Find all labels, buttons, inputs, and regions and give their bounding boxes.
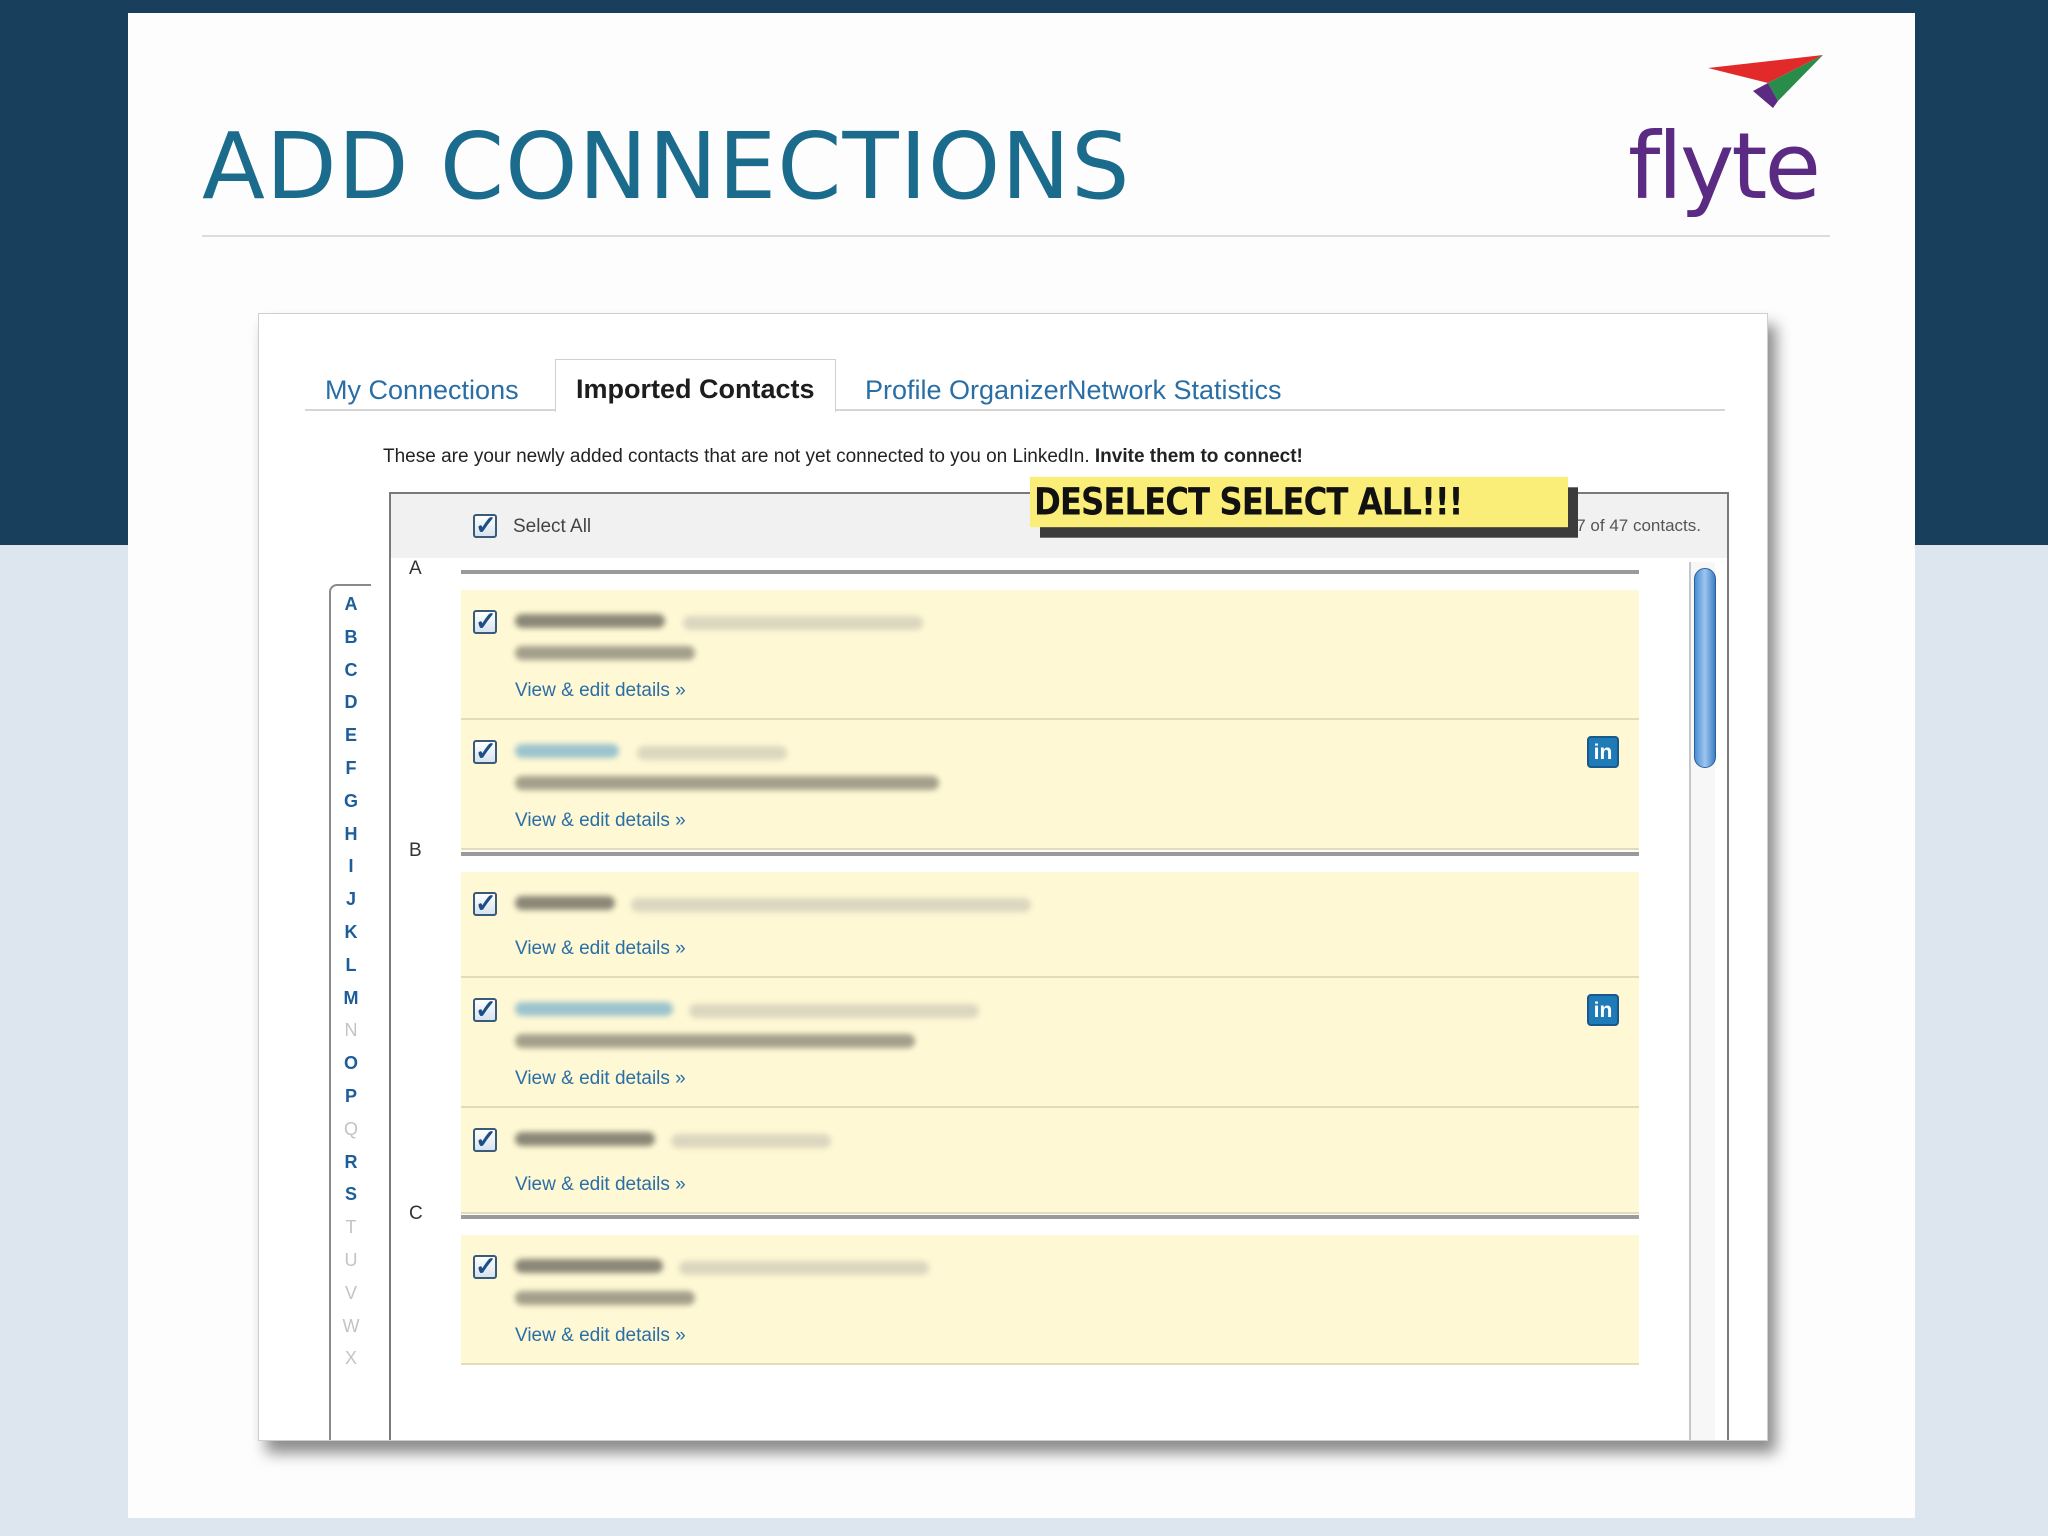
select-all-label: Select All [513, 516, 592, 537]
intro-sentence: These are your newly added contacts that… [383, 446, 1090, 467]
checkmark-icon: ✓ [475, 736, 497, 766]
linkedin-icon[interactable]: in [1587, 994, 1619, 1026]
flyte-logo: flyte [1628, 53, 1848, 233]
tab-network-statistics[interactable]: Network Statistics [1047, 365, 1302, 416]
tab-my-connections[interactable]: My Connections [305, 365, 539, 416]
checkmark-icon: ✓ [475, 606, 497, 636]
contact-checkbox[interactable]: ✓ [473, 1126, 497, 1152]
alpha-letter-c[interactable]: C [331, 660, 371, 681]
view-edit-details-link[interactable]: View & edit details » [515, 938, 686, 960]
slide-title: ADD CONNECTIONS [202, 113, 1131, 220]
contact-row: ✓ View & edit details » in [461, 978, 1639, 1108]
alpha-letter-u: U [344, 1250, 358, 1270]
title-divider [202, 235, 1830, 237]
view-edit-details-link[interactable]: View & edit details » [515, 810, 686, 832]
tab-bar: My Connections Imported Contacts Profile… [305, 359, 1725, 413]
alpha-letter-d[interactable]: D [331, 692, 371, 713]
contact-row: ✓ View & edit details » [461, 872, 1639, 978]
alpha-letter-r[interactable]: R [331, 1152, 371, 1173]
checkmark-icon: ✓ [475, 888, 497, 918]
contact-checkbox[interactable]: ✓ [473, 608, 497, 634]
alpha-letter-w: W [342, 1315, 360, 1336]
alpha-letter-p[interactable]: P [331, 1086, 371, 1107]
alphabet-index: ABCDEFGHIJKLMNOPQRSTUVWX [329, 584, 371, 1440]
redacted-name [515, 1002, 673, 1016]
alpha-letter-a[interactable]: A [331, 594, 371, 615]
redacted-email [631, 898, 1031, 912]
tab-imported-contacts[interactable]: Imported Contacts [555, 359, 836, 413]
alpha-letter-x: X [344, 1348, 357, 1369]
select-all-checkbox[interactable]: ✓ [473, 512, 497, 538]
group-letter: B [409, 840, 422, 861]
redacted-name [515, 1259, 663, 1273]
redacted-name [515, 896, 615, 910]
redacted-title [515, 1291, 695, 1305]
scrollbar[interactable] [1689, 562, 1716, 1440]
alpha-letter-q: Q [343, 1118, 358, 1139]
linkedin-icon[interactable]: in [1587, 736, 1619, 768]
checkmark-icon: ✓ [475, 510, 497, 540]
alpha-letter-k[interactable]: K [331, 922, 371, 943]
group-letter: C [409, 1203, 423, 1224]
alpha-letter-b[interactable]: B [331, 627, 371, 648]
group-letter: A [409, 558, 422, 579]
logo-text: flyte [1628, 113, 1821, 220]
group-divider [461, 852, 1639, 856]
contact-checkbox[interactable]: ✓ [473, 996, 497, 1022]
alpha-letter-h[interactable]: H [331, 824, 371, 845]
view-edit-details-link[interactable]: View & edit details » [515, 1068, 686, 1090]
alpha-letter-j[interactable]: J [331, 889, 371, 910]
alpha-letter-o[interactable]: O [331, 1053, 371, 1074]
intro-cta: Invite them to connect! [1094, 446, 1303, 467]
redacted-email [637, 746, 787, 760]
view-edit-details-link[interactable]: View & edit details » [515, 680, 686, 702]
contact-checkbox[interactable]: ✓ [473, 738, 497, 764]
contact-checkbox[interactable]: ✓ [473, 1253, 497, 1279]
checkmark-icon: ✓ [475, 1251, 497, 1281]
alpha-letter-t: T [345, 1217, 357, 1238]
annotation-sticky-note: DESELECT SELECT ALL!!! [1030, 476, 1568, 528]
redacted-email [689, 1004, 979, 1018]
checkmark-icon: ✓ [475, 1124, 497, 1154]
redacted-email [679, 1261, 929, 1275]
redacted-email [683, 616, 923, 630]
alpha-letter-l[interactable]: L [331, 955, 371, 976]
alpha-letter-s[interactable]: S [331, 1184, 371, 1205]
alpha-letter-v: V [344, 1282, 357, 1303]
contact-row: ✓ View & edit details » in [461, 720, 1639, 850]
contact-checkbox[interactable]: ✓ [473, 890, 497, 916]
group-divider [461, 570, 1639, 574]
contact-row: ✓ View & edit details » [461, 1235, 1639, 1365]
alpha-letter-g[interactable]: G [331, 791, 371, 812]
redacted-title [515, 776, 939, 790]
checkmark-icon: ✓ [475, 994, 497, 1024]
alpha-letter-e[interactable]: E [331, 725, 371, 746]
group-divider [461, 1215, 1639, 1219]
scroll-thumb[interactable] [1694, 568, 1716, 768]
redacted-email [671, 1134, 831, 1148]
alpha-letter-i[interactable]: I [331, 856, 371, 877]
redacted-title [515, 646, 695, 660]
redacted-name [515, 614, 665, 628]
redacted-name [515, 1132, 655, 1146]
alpha-letter-f[interactable]: F [331, 758, 371, 779]
view-edit-details-link[interactable]: View & edit details » [515, 1325, 686, 1347]
alpha-letter-m[interactable]: M [331, 988, 371, 1009]
redacted-name [515, 744, 619, 758]
view-edit-details-link[interactable]: View & edit details » [515, 1174, 686, 1196]
redacted-title [515, 1034, 915, 1048]
contact-row: ✓ View & edit details » [461, 1108, 1639, 1214]
contact-row: ✓ View & edit details » [461, 590, 1639, 720]
intro-text: These are your newly added contacts that… [383, 446, 1303, 468]
alpha-letter-n: N [344, 1020, 358, 1041]
